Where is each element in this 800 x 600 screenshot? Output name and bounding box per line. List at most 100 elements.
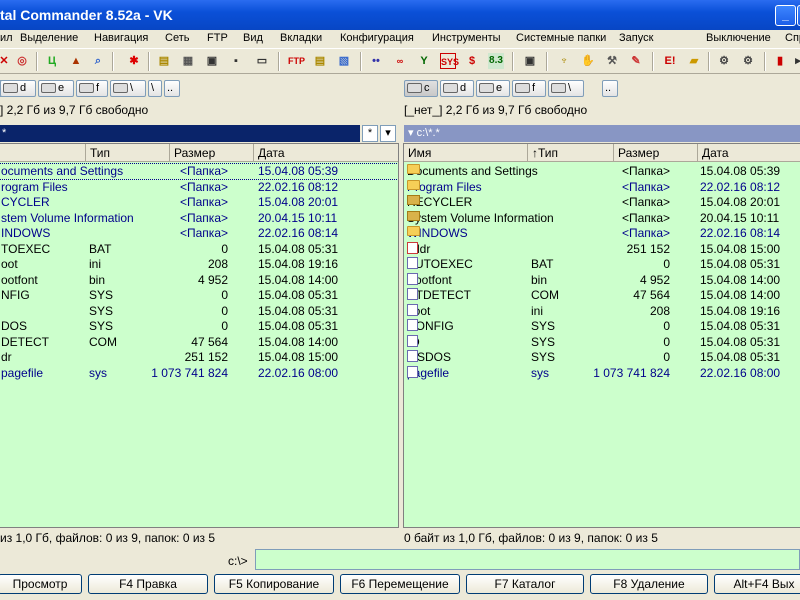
copy-names-icon[interactable]: ▪: [228, 53, 244, 69]
network-icon[interactable]: FTP: [288, 53, 305, 69]
file-row[interactable]: pagefile sys 1 073 741 824 22.02.16 08:00: [0, 366, 398, 381]
ftp-icon[interactable]: ▦: [180, 53, 196, 69]
right-drive-c-button[interactable]: c: [404, 80, 438, 97]
unpack-icon[interactable]: Ц: [44, 53, 60, 69]
right-drive-e-button[interactable]: e: [476, 80, 510, 97]
file-row[interactable]: boot ini 208 15.04.08 19:16: [404, 303, 800, 319]
left-drive-network-button[interactable]: \: [110, 80, 146, 97]
file-row[interactable]: SYS 0 15.04.08 05:31: [0, 304, 398, 319]
refresh-icon[interactable]: ✕: [0, 53, 12, 69]
left-drive-e-button[interactable]: e: [38, 80, 74, 97]
left-drive-f-button[interactable]: f: [76, 80, 108, 97]
file-row[interactable]: stem Volume Information <Папка> 20.04.15 1…: [0, 211, 398, 226]
left-root-button[interactable]: \: [148, 80, 162, 97]
file-row[interactable]: DOS SYS 0 15.04.08 05:31: [0, 319, 398, 334]
file-row[interactable]: Documents and Settings <Папка> 15.04.08 05…: [404, 164, 800, 179]
menu-network[interactable]: Сеть: [165, 32, 189, 44]
f3-view-button[interactable]: Просмотр: [0, 574, 82, 594]
settings2-icon[interactable]: ⚙: [740, 53, 756, 69]
short-names-83-icon[interactable]: 8.3: [488, 53, 504, 69]
f4-edit-button[interactable]: F4 Правка: [88, 574, 208, 594]
left-header-date[interactable]: Дата: [254, 144, 398, 162]
right-header-size[interactable]: Размер: [614, 144, 698, 162]
file-row[interactable]: AUTOEXEC BAT 0 15.04.08 05:31: [404, 257, 800, 272]
settings-icon[interactable]: ⚙: [716, 53, 732, 69]
title-bar[interactable]: tal Commander 8.52a - VK _: [0, 0, 800, 30]
sync-icon[interactable]: ▤: [156, 53, 172, 69]
hand-icon[interactable]: ✋: [580, 53, 596, 69]
left-path-bar[interactable]: *: [0, 125, 360, 142]
left-drive-d-button[interactable]: d: [0, 80, 36, 97]
compare-icon[interactable]: ▲: [68, 53, 84, 69]
f7-mkdir-button[interactable]: F7 Каталог: [466, 574, 584, 594]
file-row[interactable]: rogram Files <Папка> 22.02.16 08:12: [0, 180, 398, 195]
file-row[interactable]: RECYCLER <Папка> 15.04.08 20:01: [404, 195, 800, 210]
left-header-type[interactable]: Тип: [86, 144, 170, 162]
folder-icon[interactable]: ▰: [686, 53, 702, 69]
menu-run[interactable]: Запуск: [619, 32, 653, 44]
exit2-icon[interactable]: ▸: [790, 53, 800, 69]
file-row[interactable]: WINDOWS <Папка> 22.02.16 08:14: [404, 226, 800, 241]
right-drive-network-button[interactable]: \: [548, 80, 584, 97]
menu-ftp[interactable]: FTP: [207, 32, 228, 44]
menu-file[interactable]: ил: [0, 32, 13, 44]
console-icon[interactable]: ∞: [392, 53, 408, 69]
file-row[interactable]: NTDETECT COM 47 564 15.04.08 14:00: [404, 288, 800, 303]
edit-icon[interactable]: ✎: [628, 53, 644, 69]
file-row[interactable]: TOEXEC BAT 0 15.04.08 05:31: [0, 242, 398, 257]
right-drive-d-button[interactable]: d: [440, 80, 474, 97]
menu-configuration[interactable]: Конфигурация: [340, 32, 414, 44]
right-path-bar[interactable]: ▾ c:\*.*: [404, 125, 800, 142]
dollar-icon[interactable]: $: [464, 53, 480, 69]
short-names-icon[interactable]: ••: [368, 53, 384, 69]
shield-icon[interactable]: ▮: [772, 53, 788, 69]
minimize-button[interactable]: _: [775, 5, 796, 26]
right-parent-button[interactable]: ..: [602, 80, 618, 97]
sys-icon[interactable]: SYS: [440, 53, 459, 69]
file-row[interactable]: dr 251 152 15.04.08 15:00: [0, 350, 398, 365]
file-row[interactable]: CONFIG SYS 0 15.04.08 05:31: [404, 319, 800, 334]
file-row[interactable]: ntldr 251 152 15.04.08 15:00: [404, 241, 800, 257]
menu-tools[interactable]: Инструменты: [432, 32, 501, 44]
file-row[interactable]: IO SYS 0 15.04.08 05:31: [404, 334, 800, 350]
file-row[interactable]: DETECT COM 47 564 15.04.08 14:00: [0, 335, 398, 350]
monitor-icon[interactable]: ▣: [522, 53, 538, 69]
f5-copy-button[interactable]: F5 Копирование: [214, 574, 334, 594]
key-icon[interactable]: ♆: [556, 53, 572, 69]
menu-shutdown[interactable]: Выключение: [706, 32, 771, 44]
tools-icon[interactable]: ▧: [336, 53, 352, 69]
f6-move-button[interactable]: F6 Перемещение: [340, 574, 460, 594]
favorites-icon[interactable]: ✱: [126, 53, 142, 69]
menu-view[interactable]: Вид: [243, 32, 263, 44]
pack-icon[interactable]: ◎: [14, 53, 30, 69]
menu-selection[interactable]: Выделение: [20, 32, 78, 44]
file-row[interactable]: NFIG SYS 0 15.04.08 05:31: [0, 288, 398, 303]
left-header-name[interactable]: [0, 144, 86, 162]
tools2-icon[interactable]: ⚒: [604, 53, 620, 69]
right-file-panel[interactable]: Имя ↑Тип Размер Дата Documents and Setti…: [403, 143, 800, 528]
command-line-input[interactable]: [255, 549, 800, 570]
notepad-icon[interactable]: ▤: [312, 53, 328, 69]
menu-navigation[interactable]: Навигация: [94, 32, 148, 44]
menu-system-folders[interactable]: Системные папки: [516, 32, 606, 44]
file-row[interactable]: oot ini 208 15.04.08 19:16: [0, 257, 398, 272]
file-row[interactable]: Bootfont bin 4 952 15.04.08 14:00: [404, 272, 800, 288]
file-row[interactable]: System Volume Information <Папка> 20.04.15…: [404, 210, 800, 226]
right-header-name[interactable]: Имя: [404, 144, 528, 162]
exit-icon[interactable]: E!: [662, 53, 678, 69]
left-path-star-button[interactable]: *: [362, 125, 378, 142]
file-row[interactable]: pagefile sys 1 073 741 824 22.02.16 08:00: [404, 365, 800, 381]
left-header-size[interactable]: Размер: [170, 144, 254, 162]
right-header-date[interactable]: Дата: [698, 144, 800, 162]
file-row[interactable]: CYCLER <Папка> 15.04.08 20:01: [0, 195, 398, 210]
menu-tabs[interactable]: Вкладки: [280, 32, 322, 44]
file-row[interactable]: ocuments and Settings <Папка> 15.04.08 05:…: [0, 163, 398, 180]
filter-icon[interactable]: Y: [416, 53, 432, 69]
menu-help[interactable]: Спр: [785, 32, 800, 44]
left-path-history-button[interactable]: ▾: [380, 125, 396, 142]
file-row[interactable]: Program Files <Папка> 22.02.16 08:12: [404, 179, 800, 195]
file-row[interactable]: INDOWS <Папка> 22.02.16 08:14: [0, 226, 398, 241]
ftp-new-icon[interactable]: ▭: [254, 53, 270, 69]
right-drive-f-button[interactable]: f: [512, 80, 546, 97]
view-icon[interactable]: ▣: [204, 53, 220, 69]
